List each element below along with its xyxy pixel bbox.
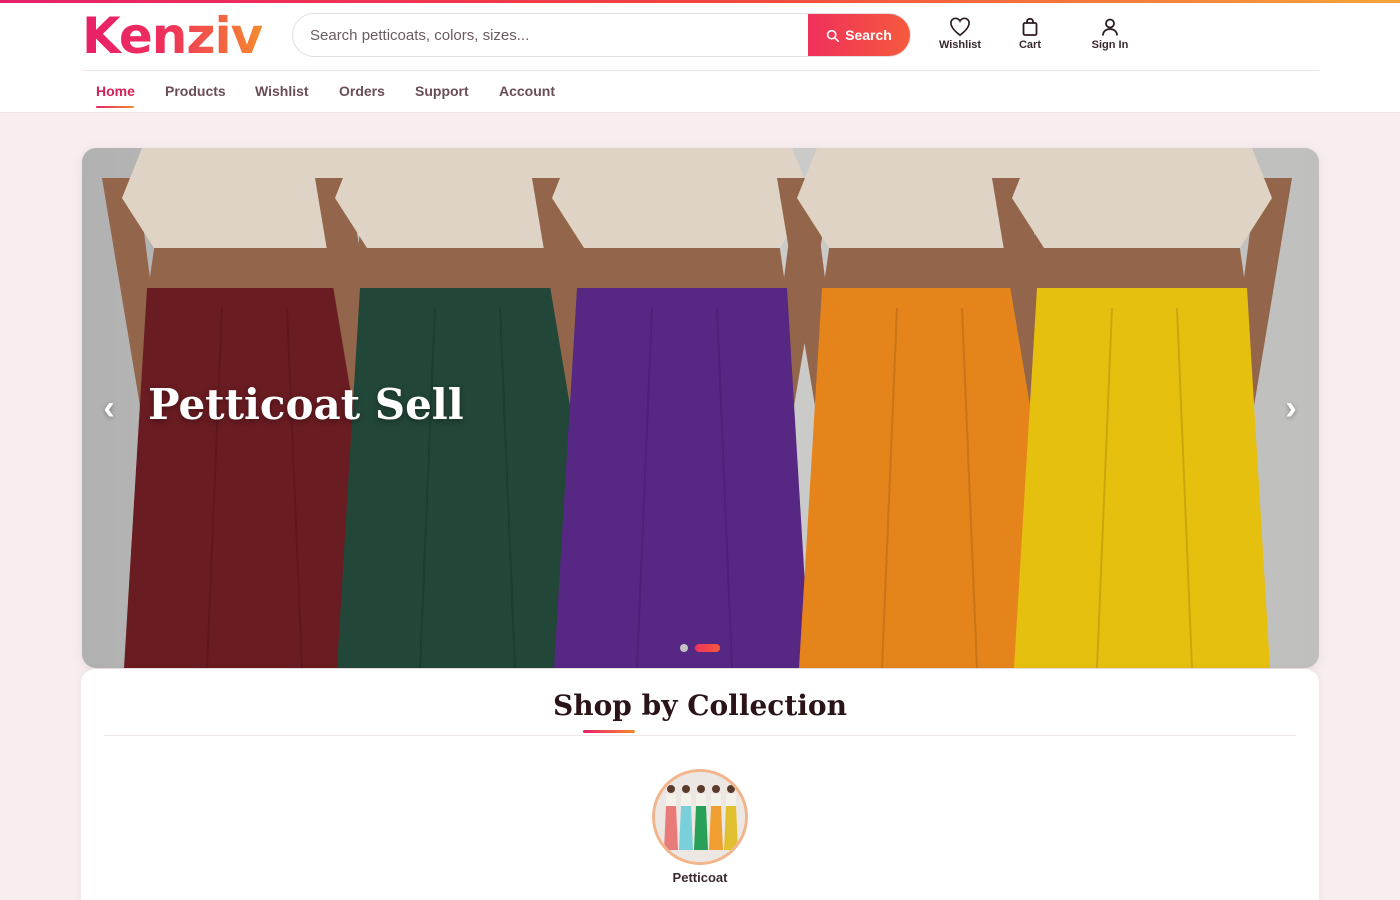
- thumb-model-head: [667, 785, 675, 793]
- chevron-left-icon[interactable]: ‹: [91, 388, 127, 428]
- collection-label: Petticoat: [672, 870, 728, 885]
- hero-title: Petticoat Sell: [148, 380, 464, 429]
- nav-item-home[interactable]: Home: [96, 83, 135, 108]
- header-sign-in-label: Sign In: [1091, 39, 1129, 51]
- user-icon: [1102, 18, 1118, 36]
- heart-icon: [950, 17, 970, 37]
- thumb-model-head: [682, 785, 690, 793]
- nav-item-label: Wishlist: [255, 83, 309, 99]
- thumb-model-top: [681, 794, 691, 806]
- header-wishlist-label: Wishlist: [938, 39, 982, 51]
- collection-card-petticoat[interactable]: Petticoat: [650, 769, 750, 885]
- section-title-underline: [583, 730, 635, 733]
- header-wishlist-button[interactable]: Wishlist: [925, 17, 995, 51]
- nav-item-wishlist[interactable]: Wishlist: [255, 83, 309, 99]
- thumb-model-top: [666, 794, 676, 806]
- thumb-skirt-5: [724, 806, 738, 850]
- nav-item-support[interactable]: Support: [415, 83, 469, 99]
- chevron-right-icon[interactable]: ›: [1273, 388, 1309, 428]
- brand-logo[interactable]: Kenziv: [82, 7, 263, 65]
- thumb-skirt-2: [679, 806, 693, 850]
- thumb-skirt-4: [709, 806, 723, 850]
- thumb-model-head: [697, 785, 705, 793]
- search-button[interactable]: Search: [808, 14, 910, 56]
- collection-thumbnail: [655, 772, 745, 862]
- thumb-model-head: [712, 785, 720, 793]
- collection-image: [652, 769, 748, 865]
- nav-item-account[interactable]: Account: [499, 83, 555, 99]
- header-divider: [82, 70, 1320, 71]
- thumb-model-top: [696, 794, 706, 806]
- shopping-bag-icon: [1022, 17, 1038, 36]
- carousel-dot-1[interactable]: [680, 644, 688, 652]
- nav-item-label: Home: [96, 83, 135, 99]
- nav-item-orders[interactable]: Orders: [339, 83, 385, 99]
- thumb-model-head: [727, 785, 735, 793]
- nav-item-label: Account: [499, 83, 555, 99]
- header-sign-in-button[interactable]: Sign In: [1075, 17, 1145, 51]
- shop-by-collection-section: Shop by Collection Petticoat: [81, 669, 1319, 900]
- section-divider: [104, 735, 1296, 736]
- nav-active-underline: [96, 106, 134, 108]
- thumb-skirt-1: [664, 806, 678, 850]
- search-input[interactable]: [293, 14, 809, 56]
- search-button-label: Search: [845, 27, 892, 43]
- header-cart-button[interactable]: Cart: [995, 17, 1065, 51]
- carousel-dot-2-active[interactable]: [695, 644, 720, 652]
- search-icon: [826, 29, 840, 42]
- thumb-model-top: [711, 794, 721, 806]
- hero-carousel: Petticoat Sell ‹ ›: [82, 148, 1319, 668]
- section-title: Shop by Collection: [553, 689, 847, 722]
- nav-item-label: Orders: [339, 83, 385, 99]
- site-header: Kenziv Search Wishlist Cart Sign In: [0, 3, 1400, 113]
- search-bar: Search: [292, 13, 911, 57]
- nav-item-products[interactable]: Products: [165, 83, 226, 99]
- nav-item-label: Support: [415, 83, 469, 99]
- thumb-skirt-3: [694, 806, 708, 850]
- header-cart-label: Cart: [1018, 39, 1041, 51]
- thumb-model-top: [726, 794, 736, 806]
- nav-item-label: Products: [165, 83, 226, 99]
